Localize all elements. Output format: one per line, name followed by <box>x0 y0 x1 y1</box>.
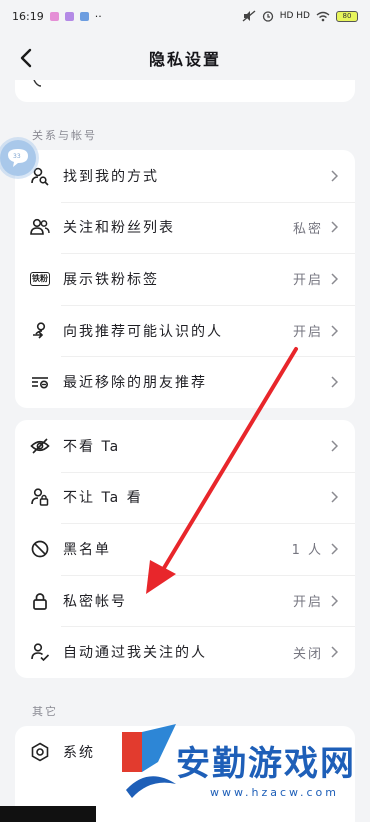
recommend-person-icon <box>29 320 51 342</box>
row-label: 找到我的方式 <box>63 168 159 185</box>
chevron-right-icon <box>327 169 341 183</box>
block-ta-viewing-row[interactable]: 不让 Ta 看 <box>15 471 355 524</box>
status-time: 16:19 <box>12 9 44 23</box>
bubble-label: 33 <box>13 153 21 160</box>
row-value: 开启 <box>292 325 323 341</box>
find-me-row[interactable]: 找到我的方式 <box>15 150 355 202</box>
relations-card: 找到我的方式 关注和粉丝列表 私密 铁粉 展示铁粉标签 开启 向我推荐可能认识的… <box>15 150 355 408</box>
chevron-right-icon <box>327 439 341 453</box>
row-label: 不让 Ta 看 <box>63 490 143 507</box>
people-icon <box>29 216 51 238</box>
row-value: 关闭 <box>292 646 323 662</box>
removed-list-icon <box>29 371 51 393</box>
row-value: 开启 <box>292 595 323 611</box>
hide-ta-row[interactable]: 不看 Ta <box>15 420 355 472</box>
chevron-right-icon <box>327 324 341 338</box>
partial-icon <box>33 80 42 87</box>
auto-approve-follow-row[interactable]: 自动通过我关注的人 关闭 <box>15 626 355 678</box>
row-label: 不看 Ta <box>63 438 121 455</box>
red-annotation-arrow <box>146 347 298 594</box>
alarm-icon <box>262 11 273 22</box>
row-label: 自动通过我关注的人 <box>63 645 207 662</box>
row-label: 黑名单 <box>63 541 111 558</box>
status-bar: 16:19 ·· HD HD 80 <box>0 0 370 32</box>
fan-badge-icon: 铁粉 <box>29 268 51 290</box>
recommend-people-row[interactable]: 向我推荐可能认识的人 开启 <box>15 304 355 357</box>
removed-recommend-row[interactable]: 最近移除的朋友推荐 <box>15 356 355 408</box>
private-account-row[interactable]: 私密帐号 开启 <box>15 574 355 627</box>
person-check-icon <box>29 641 51 663</box>
chevron-left-icon <box>20 48 32 68</box>
battery-icon: 80 <box>336 10 358 22</box>
chevron-right-icon <box>327 645 341 659</box>
chevron-right-icon <box>327 220 341 234</box>
row-value: 私密 <box>292 221 323 237</box>
app-notification-icon <box>49 11 59 21</box>
person-lock-icon <box>29 486 51 508</box>
row-label: 向我推荐可能认识的人 <box>63 323 223 340</box>
page-title: 隐私设置 <box>148 50 221 69</box>
previous-card <box>15 80 355 102</box>
chevron-right-icon <box>327 272 341 286</box>
back-button[interactable] <box>10 42 42 74</box>
site-watermark: 安勤游戏网 www.hzacw.com <box>118 712 370 822</box>
section-header-other: 其它 <box>32 705 58 718</box>
fan-badge-text: 铁粉 <box>30 271 50 286</box>
chevron-right-icon <box>327 375 341 389</box>
watermark-logo <box>122 724 176 798</box>
watermark-url: www.hzacw.com <box>210 786 339 799</box>
chevron-right-icon <box>327 594 341 608</box>
block-icon <box>29 538 51 560</box>
status-more: ·· <box>94 9 102 23</box>
fan-badge-row[interactable]: 铁粉 展示铁粉标签 开启 <box>15 253 355 305</box>
lock-icon <box>29 590 51 612</box>
wifi-icon <box>316 11 330 21</box>
row-label: 最近移除的朋友推荐 <box>63 375 207 392</box>
mute-icon <box>242 10 256 22</box>
bottom-edge-strip <box>0 806 96 822</box>
section-header-relations: 关系与帐号 <box>32 129 97 142</box>
app-notification-icon <box>79 11 89 21</box>
eye-off-icon <box>29 435 51 457</box>
privacy-control-card: 不看 Ta 不让 Ta 看 黑名单 1 人 私密帐号 开启 自动通过我关注的人 … <box>15 420 355 678</box>
row-value: 1 人 <box>291 543 323 559</box>
system-hexagon-icon <box>29 741 51 763</box>
app-notification-icon <box>64 11 74 21</box>
nav-bar: 隐私设置 <box>0 36 370 80</box>
chevron-right-icon <box>327 490 341 504</box>
row-value: 开启 <box>292 273 323 289</box>
row-label: 私密帐号 <box>63 593 127 610</box>
blacklist-row[interactable]: 黑名单 1 人 <box>15 523 355 575</box>
row-label: 关注和粉丝列表 <box>63 220 175 237</box>
chevron-right-icon <box>327 542 341 556</box>
network-indicators: HD HD <box>279 11 310 21</box>
watermark-title: 安勤游戏网 <box>176 744 356 784</box>
row-label: 展示铁粉标签 <box>63 271 159 288</box>
followers-list-row[interactable]: 关注和粉丝列表 私密 <box>15 201 355 254</box>
floating-assistant-bubble[interactable]: 33 <box>0 140 36 176</box>
